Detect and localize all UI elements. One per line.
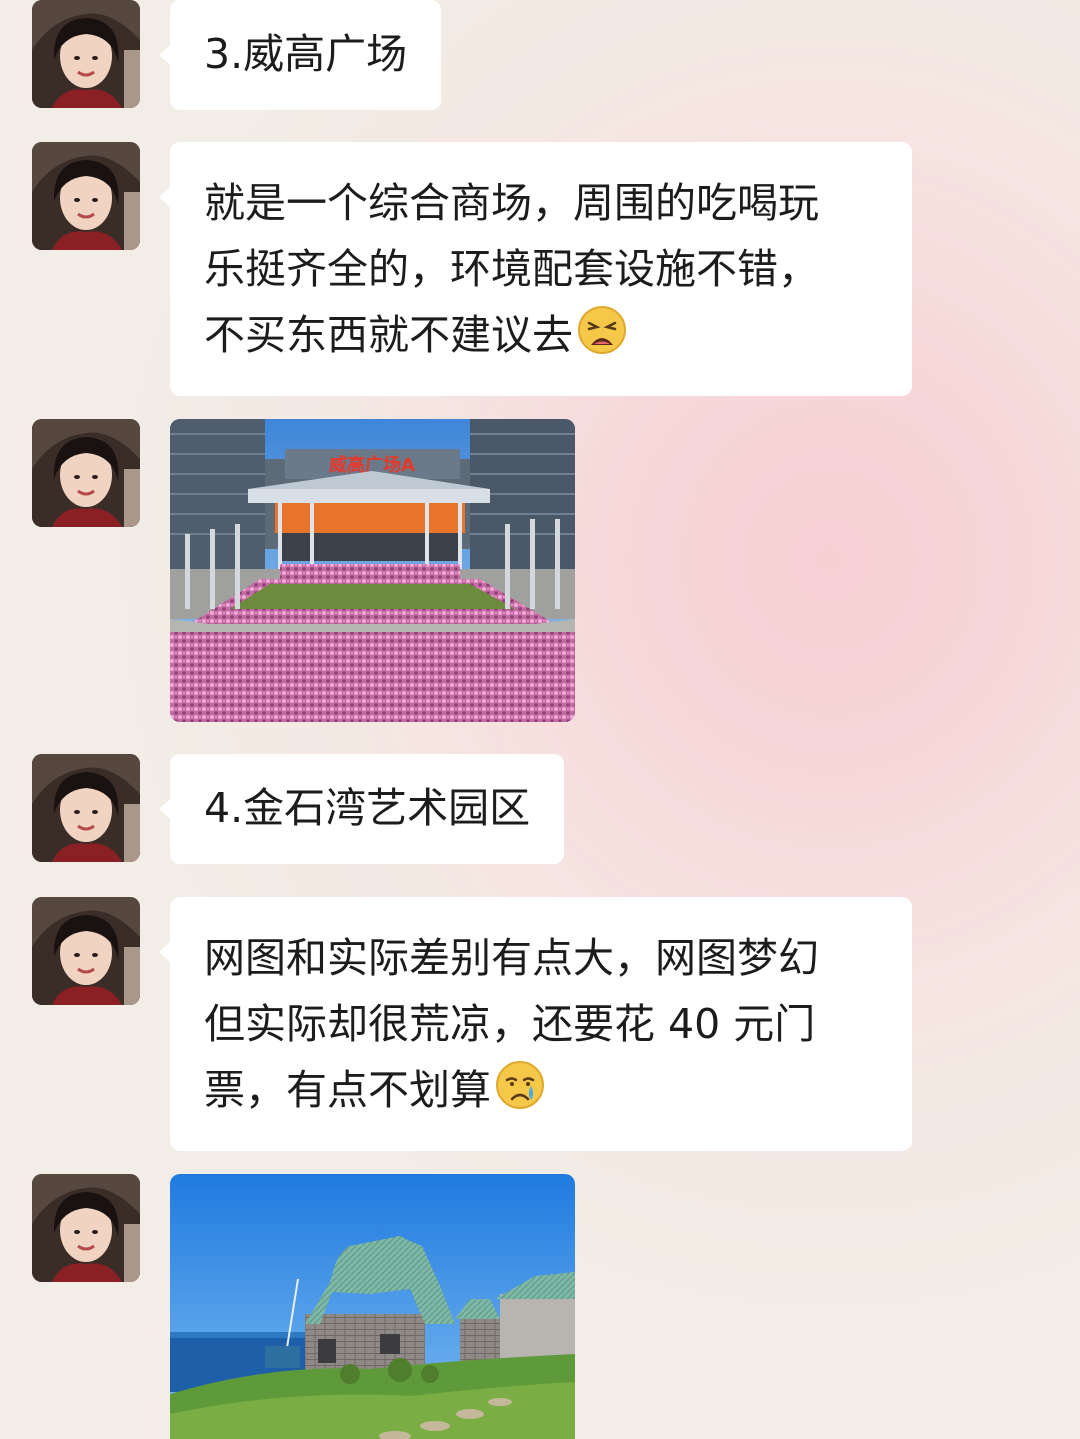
message-line: 网图和实际差别有点大，网图梦幻	[204, 934, 819, 982]
message-line: 票，有点不划算	[204, 1066, 491, 1114]
avatar[interactable]	[32, 1174, 140, 1282]
message-bubble[interactable]: 就是一个综合商场，周围的吃喝玩 乐挺齐全的，环境配套设施不错， 不买东西就不建议…	[159, 142, 912, 396]
message-line: 但实际却很荒凉，还要花 40 元门	[204, 1000, 816, 1048]
message-bubble[interactable]: 网图和实际差别有点大，网图梦幻 但实际却很荒凉，还要花 40 元门 票，有点不划…	[159, 897, 912, 1151]
message-bubble[interactable]: 3.威高广场	[158, 0, 442, 110]
avatar[interactable]	[32, 897, 140, 1005]
avatar[interactable]	[32, 142, 140, 250]
avatar[interactable]	[32, 419, 140, 527]
crying-face-emoji	[496, 1061, 544, 1109]
message-bubble[interactable]: 4.金石湾艺术园区	[158, 754, 565, 864]
weary-face-emoji	[578, 306, 626, 354]
message-line: 乐挺齐全的，环境配套设施不错，	[204, 245, 819, 293]
message-text: 3.威高广场	[204, 30, 408, 78]
message-line: 就是一个综合商场，周围的吃喝玩	[204, 179, 819, 227]
shopping-plaza-photo[interactable]: 威高广场A	[170, 419, 575, 722]
thatched-cottage-by-sea-photo[interactable]	[170, 1174, 575, 1439]
message-text: 4.金石湾艺术园区	[204, 784, 531, 832]
message-line: 不买东西就不建议去	[204, 311, 573, 359]
avatar[interactable]	[32, 754, 140, 862]
avatar[interactable]	[32, 0, 140, 108]
